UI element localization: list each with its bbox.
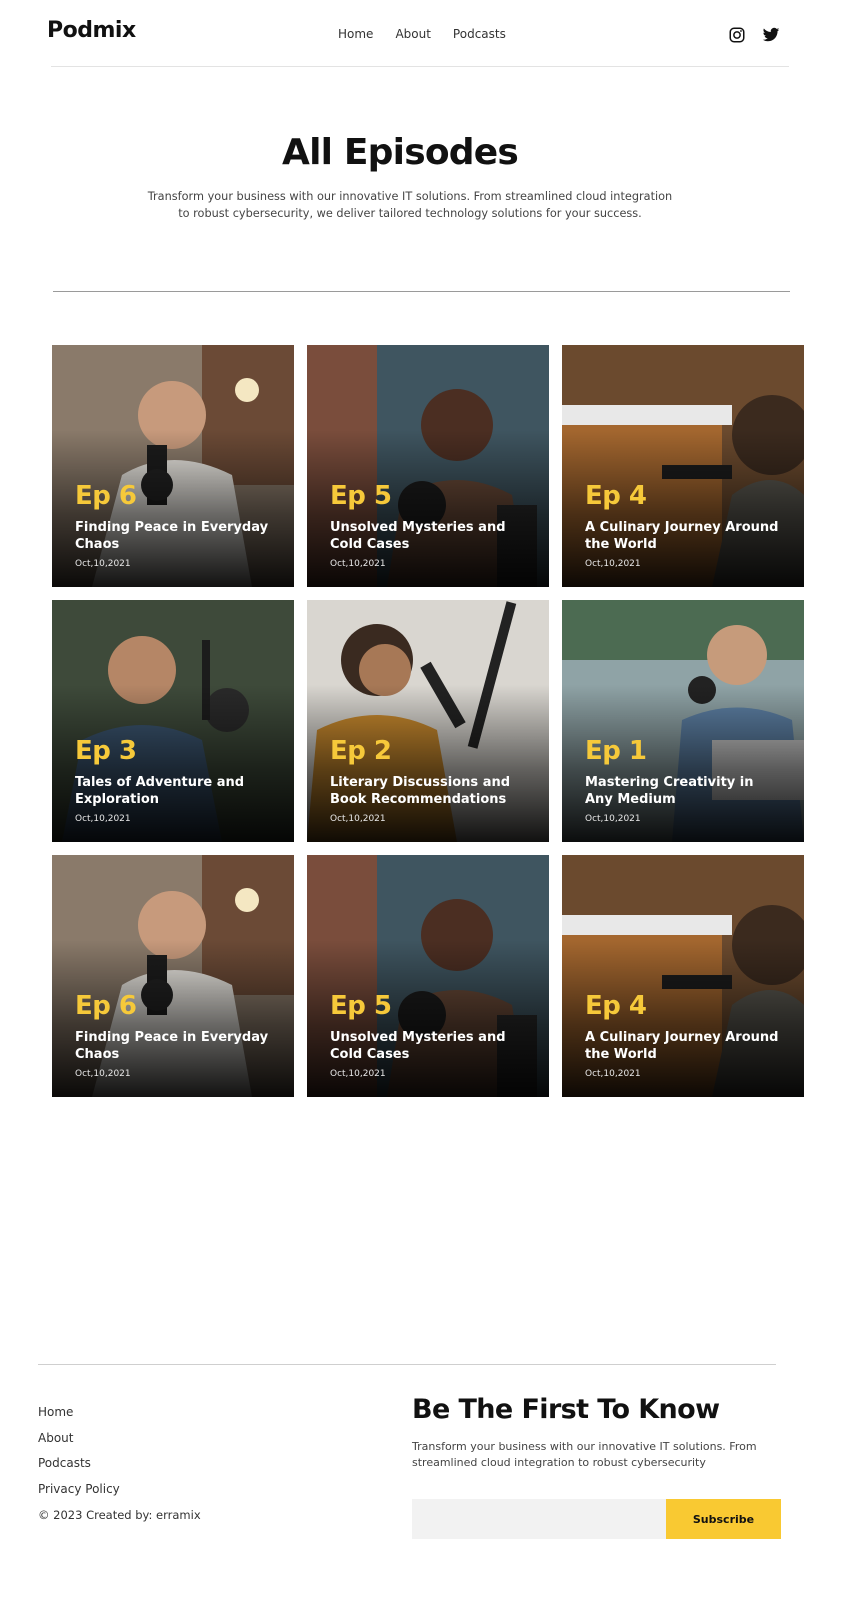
- episode-date: Oct,10,2021: [75, 814, 131, 824]
- episode-number: Ep 4: [585, 991, 647, 1021]
- episode-title: A Culinary Journey Around the World: [585, 520, 779, 552]
- episode-date: Oct,10,2021: [75, 559, 131, 569]
- episode-title: Literary Discussions and Book Recommenda…: [330, 775, 511, 807]
- episode-title: Mastering Creativity in Any Medium: [585, 775, 754, 807]
- episode-date: Oct,10,2021: [330, 559, 386, 569]
- episode-number: Ep 5: [330, 991, 392, 1021]
- footer-podcasts-link[interactable]: Podcasts: [38, 1456, 120, 1471]
- episode-date: Oct,10,2021: [330, 1069, 386, 1079]
- episode-number: Ep 6: [75, 991, 137, 1021]
- episode-title: Finding Peace in Everyday Chaos: [75, 520, 269, 552]
- episode-card[interactable]: Ep 1 Mastering Creativity in Any Medium …: [562, 600, 804, 842]
- nav-podcasts-link[interactable]: Podcasts: [453, 27, 506, 41]
- episode-card[interactable]: Ep 2 Literary Discussions and Book Recom…: [307, 600, 549, 842]
- episode-date: Oct,10,2021: [75, 1069, 131, 1079]
- episode-card[interactable]: Ep 6 Finding Peace in Everyday Chaos Oct…: [52, 855, 294, 1097]
- episode-number: Ep 4: [585, 481, 647, 511]
- episode-date: Oct,10,2021: [330, 814, 386, 824]
- episode-title: Unsolved Mysteries and Cold Cases: [330, 520, 506, 552]
- header-divider: [51, 66, 789, 67]
- subscribe-button[interactable]: Subscribe: [666, 1499, 781, 1539]
- brand-logo[interactable]: Podmix: [47, 18, 136, 43]
- episode-number: Ep 6: [75, 481, 137, 511]
- episode-number: Ep 2: [330, 736, 392, 766]
- instagram-icon[interactable]: [728, 26, 746, 44]
- episode-title: Finding Peace in Everyday Chaos: [75, 1030, 269, 1062]
- episode-card[interactable]: Ep 4 A Culinary Journey Around the World…: [562, 345, 804, 587]
- episode-card[interactable]: Ep 5 Unsolved Mysteries and Cold Cases O…: [307, 855, 549, 1097]
- episode-title: Tales of Adventure and Exploration: [75, 775, 245, 807]
- episode-title: A Culinary Journey Around the World: [585, 1030, 779, 1062]
- episode-date: Oct,10,2021: [585, 814, 641, 824]
- footer-about-link[interactable]: About: [38, 1431, 120, 1446]
- twitter-icon[interactable]: [762, 26, 780, 44]
- main-nav: Home About Podcasts: [338, 27, 506, 41]
- footer-nav: Home About Podcasts Privacy Policy: [38, 1405, 120, 1507]
- newsletter-text: Transform your business with our innovat…: [412, 1440, 757, 1469]
- social-links: [728, 26, 780, 44]
- hero-subtitle: Transform your business with our innovat…: [147, 190, 673, 220]
- episode-date: Oct,10,2021: [585, 559, 641, 569]
- episodes-grid: Ep 6 Finding Peace in Everyday Chaos Oct…: [52, 345, 804, 1097]
- footer-home-link[interactable]: Home: [38, 1405, 120, 1420]
- nav-about-link[interactable]: About: [395, 27, 430, 41]
- newsletter-email-input[interactable]: [412, 1499, 666, 1539]
- episode-date: Oct,10,2021: [585, 1069, 641, 1079]
- page-title: All Episodes: [282, 132, 519, 173]
- hero-divider: [53, 291, 790, 292]
- footer-privacy-link[interactable]: Privacy Policy: [38, 1482, 120, 1497]
- episode-card[interactable]: Ep 4 A Culinary Journey Around the World…: [562, 855, 804, 1097]
- footer-divider: [38, 1364, 776, 1365]
- nav-home-link[interactable]: Home: [338, 27, 373, 41]
- episode-card[interactable]: Ep 5 Unsolved Mysteries and Cold Cases O…: [307, 345, 549, 587]
- episode-number: Ep 1: [585, 736, 647, 766]
- episode-number: Ep 5: [330, 481, 392, 511]
- newsletter-title: Be The First To Know: [412, 1394, 720, 1425]
- episode-number: Ep 3: [75, 736, 137, 766]
- episode-card[interactable]: Ep 3 Tales of Adventure and Exploration …: [52, 600, 294, 842]
- site-header: Podmix Home About Podcasts: [0, 0, 842, 68]
- copyright-text: © 2023 Created by: erramix: [38, 1508, 201, 1522]
- episode-title: Unsolved Mysteries and Cold Cases: [330, 1030, 506, 1062]
- episode-card[interactable]: Ep 6 Finding Peace in Everyday Chaos Oct…: [52, 345, 294, 587]
